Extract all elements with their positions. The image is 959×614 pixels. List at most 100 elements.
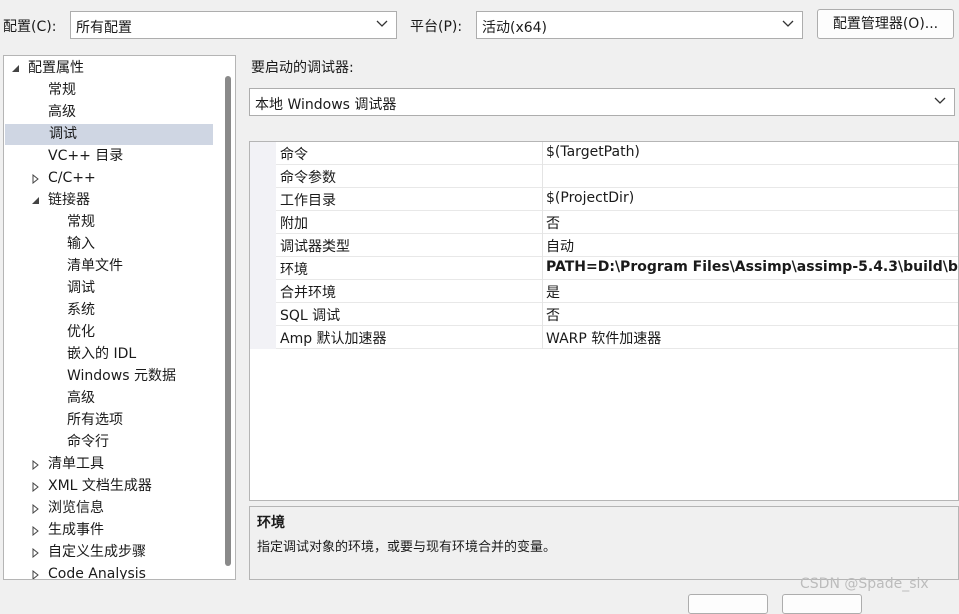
tree-item[interactable]: 嵌入的 IDL [4,344,219,365]
tree-item[interactable]: 常规 [4,80,219,101]
tree-item[interactable]: XML 文档生成器 [4,476,219,497]
column-divider [542,165,543,188]
tree-item[interactable]: 所有选项 [4,410,219,431]
tree-item[interactable]: 调试 [4,278,219,299]
row-gutter [250,257,276,280]
configuration-manager-button[interactable]: 配置管理器(O)... [817,9,954,39]
tree-scrollbar-thumb[interactable] [225,76,231,566]
tree-item[interactable]: 调试 [5,124,213,145]
ok-button[interactable] [688,594,768,614]
tree-item[interactable]: 输入 [4,234,219,255]
tree-item-label: 自定义生成步骤 [48,544,146,560]
tree-item[interactable]: 生成事件 [4,520,219,541]
tree-item[interactable]: 链接器 [4,190,219,211]
tree-item[interactable]: 高级 [4,388,219,409]
tree-item[interactable]: 自定义生成步骤 [4,542,219,563]
property-value[interactable]: 否 [546,305,560,325]
tree-item-label: 所有选项 [67,412,123,428]
property-value[interactable]: $(ProjectDir) [546,190,634,206]
expanded-arrow-icon[interactable] [31,196,41,206]
column-divider [542,188,543,211]
property-value[interactable]: WARP 软件加速器 [546,328,661,348]
tree-item-label: 高级 [67,390,95,406]
tree-item[interactable]: C/C++ [4,168,219,189]
property-value[interactable]: PATH=D:\Program Files\Assimp\assimp-5.4.… [546,259,958,275]
tree-item-label: 系统 [67,302,95,318]
property-row[interactable]: 调试器类型 自动 [250,234,958,257]
property-tree[interactable]: 配置属性 常规 高级 调试 VC++ 目录 C/C++ 链接器 常规 输入 清单文件 调试 系统 优化嵌… [3,55,236,580]
tree-item-label: 清单工具 [48,456,104,472]
tree-item-label: XML 文档生成器 [48,478,152,494]
row-gutter [250,188,276,211]
description-title: 环境 [257,515,285,531]
tree-item[interactable]: 浏览信息 [4,498,219,519]
platform-combo-value: 活动(x64) [482,20,548,36]
property-name: SQL 调试 [280,308,341,324]
column-divider [542,280,543,303]
collapsed-arrow-icon[interactable] [31,570,41,580]
row-gutter [250,211,276,234]
tree-item-label: 常规 [48,82,76,98]
platform-label: 平台(P): [410,19,463,35]
property-row[interactable]: Amp 默认加速器 WARP 软件加速器 [250,326,958,349]
tree-item-label: 高级 [48,104,76,120]
tree-item-label: 清单文件 [67,258,123,274]
property-value[interactable]: 是 [546,282,560,302]
property-row[interactable]: SQL 调试 否 [250,303,958,326]
tree-item[interactable]: Code Analysis [4,564,219,580]
tree-item[interactable]: 常规 [4,212,219,233]
tree-item-label: 命令行 [67,434,109,450]
tree-item-label: 优化 [67,324,95,340]
property-value[interactable]: 自动 [546,236,574,256]
tree-item[interactable]: 优化 [4,322,219,343]
collapsed-arrow-icon[interactable] [31,482,41,492]
tree-item-label: 嵌入的 IDL [67,346,137,362]
column-divider [542,326,543,349]
property-name: 合并环境 [280,285,336,301]
collapsed-arrow-icon[interactable] [31,460,41,470]
collapsed-arrow-icon[interactable] [31,504,41,514]
property-name: 工作目录 [280,193,336,209]
tree-item[interactable]: 系统 [4,300,219,321]
collapsed-arrow-icon[interactable] [31,548,41,558]
tree-item[interactable]: 命令行 [4,432,219,453]
property-name: 命令参数 [280,170,336,186]
property-value[interactable]: $(TargetPath) [546,144,640,160]
description-panel: 环境 指定调试对象的环境，或要与现有环境合并的变量。 [249,506,959,580]
column-divider [542,211,543,234]
property-row[interactable]: 命令 $(TargetPath) [250,142,958,165]
chevron-down-icon [782,20,794,27]
property-name: 环境 [280,262,308,278]
tree-item[interactable]: 清单文件 [4,256,219,277]
property-value[interactable]: 否 [546,213,560,233]
debugger-combo[interactable]: 本地 Windows 调试器 [249,88,955,116]
collapsed-arrow-icon[interactable] [31,174,41,184]
property-row[interactable]: 合并环境 是 [250,280,958,303]
tree-item[interactable]: 高级 [4,102,219,123]
collapsed-arrow-icon[interactable] [31,526,41,536]
property-row[interactable]: 工作目录 $(ProjectDir) [250,188,958,211]
tree-item-label: 配置属性 [28,60,84,76]
platform-combo[interactable]: 活动(x64) [476,11,803,39]
property-row[interactable]: 命令参数 [250,165,958,188]
tree-item-label: 链接器 [48,192,90,208]
tree-item-label: Windows 元数据 [67,368,176,384]
cancel-button[interactable] [782,594,862,614]
tree-item-label: C/C++ [48,170,96,186]
tree-item[interactable]: Windows 元数据 [4,366,219,387]
property-row[interactable]: 附加 否 [250,211,958,234]
row-gutter [250,326,276,349]
property-grid[interactable]: 命令 $(TargetPath) 命令参数工作目录 $(ProjectDir) 附加否调… [249,141,959,501]
property-row[interactable]: 环境 PATH=D:\Program Files\Assimp\assimp-5.… [250,257,958,280]
column-divider [542,257,543,280]
config-combo[interactable]: 所有配置 [70,11,397,39]
tree-item[interactable]: 配置属性 [4,58,219,79]
property-name: 命令 [280,147,308,163]
expanded-arrow-icon[interactable] [11,64,21,74]
chevron-down-icon [376,20,388,27]
tree-item[interactable]: VC++ 目录 [4,146,219,167]
tree-item-label: 调试 [67,280,95,296]
row-gutter [250,165,276,188]
tree-item-label: 常规 [67,214,95,230]
tree-item[interactable]: 清单工具 [4,454,219,475]
